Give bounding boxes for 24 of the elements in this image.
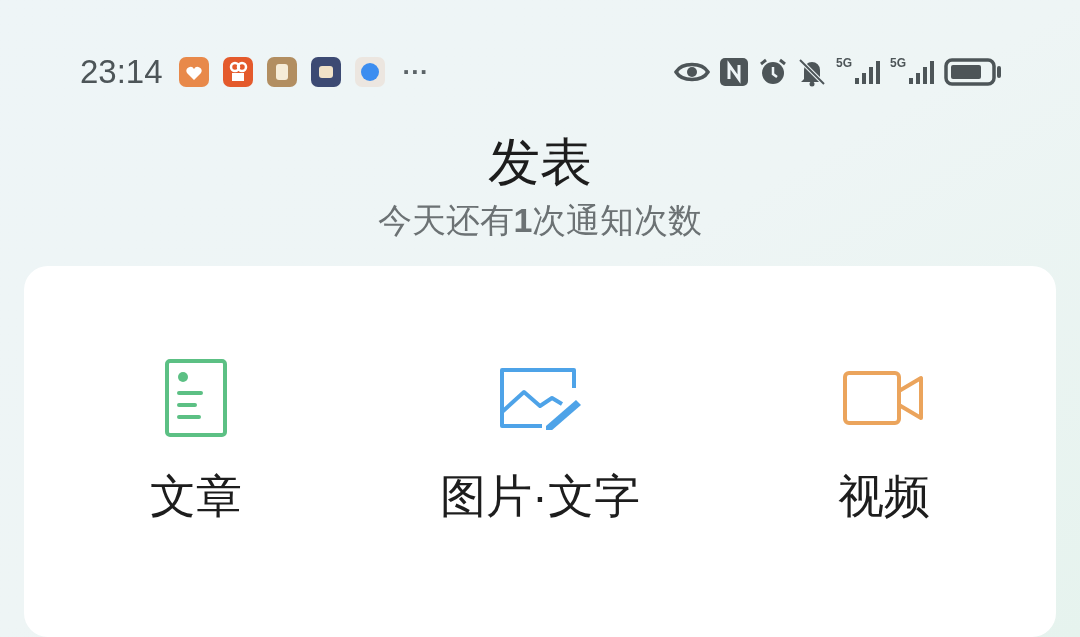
clock-time: 23:14 <box>80 52 163 93</box>
app-notification-icon <box>266 57 297 87</box>
battery-icon <box>944 58 1002 86</box>
app-notification-icon <box>354 57 385 87</box>
document-icon <box>165 359 227 437</box>
notification-quota-text: 今天还有1次通知次数 <box>377 200 703 241</box>
more-notifications: ··· <box>402 55 429 89</box>
signal-icon <box>854 59 880 85</box>
app-notification-icon <box>222 57 253 87</box>
nfc-icon <box>719 58 748 86</box>
bell-off-icon <box>797 57 826 87</box>
app-notification-icon <box>178 57 209 87</box>
app-notification-icon <box>310 57 341 87</box>
video-camera-icon <box>843 371 925 425</box>
image-edit-icon <box>498 366 582 430</box>
page-title: 发表 <box>488 132 592 193</box>
network-type: 5G <box>835 57 852 69</box>
post-type-option[interactable]: 视频 <box>712 358 1056 637</box>
signal-icon <box>908 59 934 85</box>
network-type: 5G <box>890 57 906 69</box>
post-type-option[interactable]: 图片·文字 <box>368 358 712 637</box>
post-type-option[interactable]: 文章 <box>24 358 368 637</box>
eye-icon <box>673 60 710 84</box>
alarm-icon <box>757 57 788 87</box>
